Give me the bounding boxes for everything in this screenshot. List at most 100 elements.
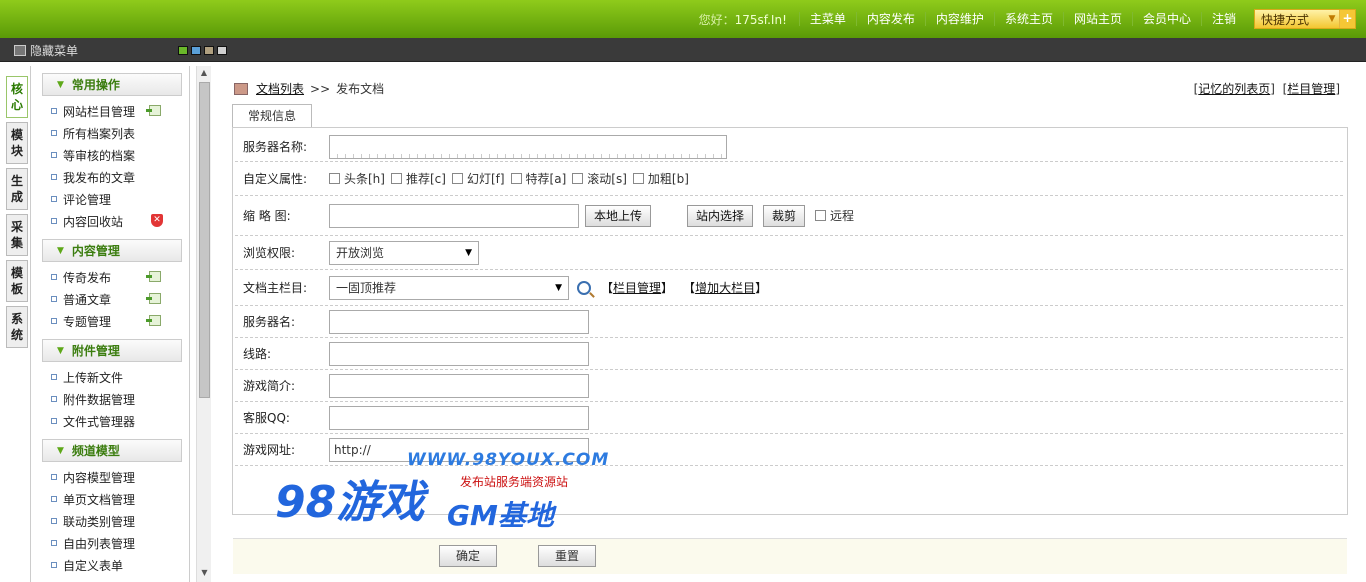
publish-form: 服务器名称: 自定义属性: 头条[h] 推荐[c] 幻灯[f] 特荐[a] 滚动… bbox=[232, 127, 1348, 574]
thumbnail-input[interactable] bbox=[329, 203, 579, 228]
sidebar-item-all-archives[interactable]: 所有档案列表 bbox=[31, 122, 189, 144]
bullet-icon bbox=[51, 540, 57, 546]
nav-member-center[interactable]: 会员中心 bbox=[1131, 12, 1201, 26]
vtab-core[interactable]: 核心 bbox=[6, 76, 28, 118]
reset-button[interactable]: 重置 bbox=[538, 545, 596, 567]
skin-swatch-gray[interactable] bbox=[217, 46, 227, 55]
sidebar-item-recycle[interactable]: 内容回收站 ✕ bbox=[31, 210, 189, 232]
vertical-tabs: 核心 模块 生成 采集 模板 系统 bbox=[6, 76, 28, 352]
sidebar-item-upload[interactable]: 上传新文件 bbox=[31, 366, 189, 388]
url-input[interactable]: http:// bbox=[329, 437, 589, 462]
nav-main-menu[interactable]: 主菜单 bbox=[798, 12, 856, 26]
sidebar-group-common[interactable]: ▼ 常用操作 bbox=[42, 73, 182, 96]
triangle-down-icon: ▼ bbox=[57, 345, 64, 356]
breadcrumb: 文档列表 >> 发布文档 bbox=[234, 80, 384, 97]
nav-content-publish[interactable]: 内容发布 bbox=[855, 12, 925, 26]
row-thumbnail: 缩 略 图: 本地上传 站内选择 裁剪 远程 bbox=[235, 196, 1343, 236]
add-icon[interactable] bbox=[146, 315, 161, 326]
vtab-system[interactable]: 系统 bbox=[6, 306, 28, 348]
dropdown-arrow-icon: ▼ bbox=[555, 282, 562, 293]
triangle-down-icon: ▼ bbox=[57, 245, 64, 256]
row-custom-attr: 自定义属性: 头条[h] 推荐[c] 幻灯[f] 特荐[a] 滚动[s] 加粗[… bbox=[235, 162, 1343, 196]
attr-scroll-checkbox[interactable]: 滚动[s] bbox=[572, 170, 627, 187]
sidebar-item-topics[interactable]: 专题管理 bbox=[31, 310, 189, 332]
vtab-module[interactable]: 模块 bbox=[6, 122, 28, 164]
server-input[interactable] bbox=[329, 309, 589, 334]
add-icon[interactable] bbox=[146, 271, 161, 282]
quick-access-button[interactable]: 快捷方式 ▼ + bbox=[1254, 9, 1356, 29]
sidebar-item-attach-data[interactable]: 附件数据管理 bbox=[31, 388, 189, 410]
add-top-column-link[interactable]: 增加大栏目 bbox=[695, 281, 755, 295]
delete-shield-icon[interactable]: ✕ bbox=[151, 214, 163, 227]
sidebar-item-legend-publish[interactable]: 传奇发布 bbox=[31, 266, 189, 288]
vtab-collect[interactable]: 采集 bbox=[6, 214, 28, 256]
sidebar-item-custom-form[interactable]: 自定义表单 bbox=[31, 554, 189, 576]
hide-menu-button[interactable]: 隐藏菜单 bbox=[14, 42, 78, 59]
triangle-down-icon: ▼ bbox=[57, 79, 64, 90]
browse-permission-select[interactable]: 开放浏览 ▼ bbox=[329, 240, 479, 265]
add-icon[interactable] bbox=[146, 105, 161, 116]
vtab-generate[interactable]: 生成 bbox=[6, 168, 28, 210]
skin-swatch-brown[interactable] bbox=[204, 46, 214, 55]
sidebar-item-free-list[interactable]: 自由列表管理 bbox=[31, 532, 189, 554]
sidebar-item-comments[interactable]: 评论管理 bbox=[31, 188, 189, 210]
skin-swatch-blue[interactable] bbox=[191, 46, 201, 55]
qq-input[interactable] bbox=[329, 405, 589, 430]
scroll-down-arrow-icon[interactable]: ▼ bbox=[197, 566, 212, 580]
sidebar-group-attachments[interactable]: ▼ 附件管理 bbox=[42, 339, 182, 362]
remember-list-link[interactable]: 记忆的列表页 bbox=[1198, 82, 1270, 96]
remote-checkbox[interactable]: 远程 bbox=[815, 207, 854, 224]
bullet-icon bbox=[51, 418, 57, 424]
local-upload-button[interactable]: 本地上传 bbox=[585, 204, 652, 227]
main-column-select[interactable]: 一固顶推荐 ▼ bbox=[329, 275, 569, 300]
site-select-button[interactable]: 站内选择 bbox=[687, 204, 754, 227]
book-icon bbox=[234, 82, 248, 95]
sidebar-item-content-model[interactable]: 内容模型管理 bbox=[31, 466, 189, 488]
scroll-up-arrow-icon[interactable]: ▲ bbox=[197, 66, 211, 80]
attr-slide-checkbox[interactable]: 幻灯[f] bbox=[451, 170, 505, 187]
attr-special-checkbox[interactable]: 特荐[a] bbox=[510, 170, 566, 187]
sidebar-item-normal-article[interactable]: 普通文章 bbox=[31, 288, 189, 310]
plus-icon[interactable]: + bbox=[1339, 10, 1355, 28]
sidebar-item-single-page[interactable]: 单页文档管理 bbox=[31, 488, 189, 510]
bullet-icon bbox=[51, 130, 57, 136]
confirm-button[interactable]: 确定 bbox=[439, 545, 497, 567]
attr-bold-checkbox[interactable]: 加粗[b] bbox=[632, 170, 689, 187]
bullet-icon bbox=[51, 218, 57, 224]
sidebar-item-pending[interactable]: 等审核的档案 bbox=[31, 144, 189, 166]
breadcrumb-doc-list-link[interactable]: 文档列表 bbox=[256, 80, 304, 97]
sidebar-group-content[interactable]: ▼ 内容管理 bbox=[42, 239, 182, 262]
server-name-input[interactable] bbox=[329, 134, 727, 159]
line-input[interactable] bbox=[329, 341, 589, 366]
dropdown-arrow-icon: ▼ bbox=[465, 247, 472, 258]
sidebar-item-my-articles[interactable]: 我发布的文章 bbox=[31, 166, 189, 188]
form-footer: 确定 重置 bbox=[233, 538, 1347, 574]
nav-system-home[interactable]: 系统主页 bbox=[993, 12, 1063, 26]
search-icon[interactable] bbox=[577, 280, 591, 295]
sidebar-item-linkage[interactable]: 联动类别管理 bbox=[31, 510, 189, 532]
bullet-icon bbox=[51, 296, 57, 302]
nav-content-maintain[interactable]: 内容维护 bbox=[924, 12, 994, 26]
vtab-template[interactable]: 模板 bbox=[6, 260, 28, 302]
sidebar-group-channel[interactable]: ▼ 频道模型 bbox=[42, 439, 182, 462]
column-manage-link[interactable]: 栏目管理 bbox=[1287, 82, 1335, 96]
tab-general-info[interactable]: 常规信息 bbox=[232, 104, 312, 127]
nav-site-home[interactable]: 网站主页 bbox=[1062, 12, 1132, 26]
row-server-name: 服务器名称: bbox=[235, 132, 1343, 162]
bullet-icon bbox=[51, 374, 57, 380]
intro-input[interactable] bbox=[329, 373, 589, 398]
sidebar-item-file-manager[interactable]: 文件式管理器 bbox=[31, 410, 189, 432]
crop-button[interactable]: 裁剪 bbox=[763, 204, 806, 227]
skin-swatch-green[interactable] bbox=[178, 46, 188, 55]
scroll-thumb[interactable] bbox=[199, 82, 210, 398]
add-icon[interactable] bbox=[146, 293, 161, 304]
sidebar-item-column-manage[interactable]: 网站栏目管理 bbox=[31, 100, 189, 122]
column-manage-inline-link[interactable]: 栏目管理 bbox=[613, 281, 661, 295]
attr-recommend-checkbox[interactable]: 推荐[c] bbox=[390, 170, 446, 187]
row-server: 服务器名: bbox=[235, 306, 1343, 338]
nav-logout[interactable]: 注销 bbox=[1200, 12, 1246, 26]
sidebar-scrollbar[interactable]: ▲ ▼ bbox=[196, 66, 211, 582]
attr-headline-checkbox[interactable]: 头条[h] bbox=[329, 170, 385, 187]
bullet-icon bbox=[51, 396, 57, 402]
bullet-icon bbox=[51, 318, 57, 324]
